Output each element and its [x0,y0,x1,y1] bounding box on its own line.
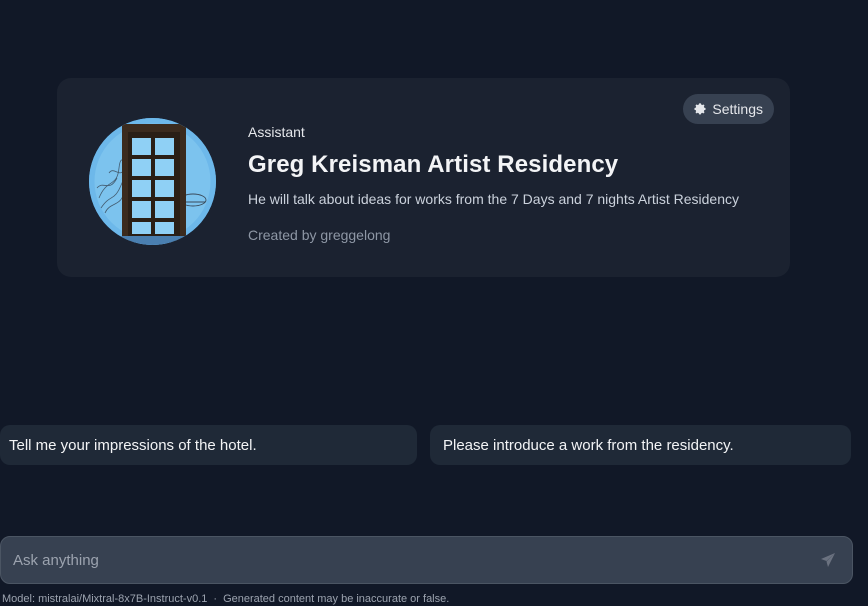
disclaimer-text: Generated content may be inaccurate or f… [223,593,450,605]
model-name-text[interactable]: Model: mistralai/Mixtral-8x7B-Instruct-v… [2,593,207,605]
settings-button-label: Settings [712,101,763,117]
suggestion-prompt-work[interactable]: Please introduce a work from the residen… [430,425,851,465]
assistant-avatar [89,118,216,245]
assistant-type-label: Assistant [248,124,305,140]
assistant-creator: Created by greggelong [248,227,391,243]
window-frame-sculpture-image [89,118,216,245]
send-button[interactable] [820,552,836,568]
assistant-info: Assistant Greg Kreisman Artist Residency… [248,124,778,244]
gear-icon [694,103,706,115]
assistant-card: Assistant Greg Kreisman Artist Residency… [57,78,790,277]
send-icon [821,553,835,567]
assistant-name: Greg Kreisman Artist Residency [248,151,619,178]
suggestion-prompt-hotel[interactable]: Tell me your impressions of the hotel. [0,425,417,465]
chat-input-box [0,536,853,584]
assistant-description: He will talk about ideas for works from … [248,191,739,207]
chat-input[interactable] [11,537,791,583]
settings-button[interactable]: Settings [683,94,774,124]
